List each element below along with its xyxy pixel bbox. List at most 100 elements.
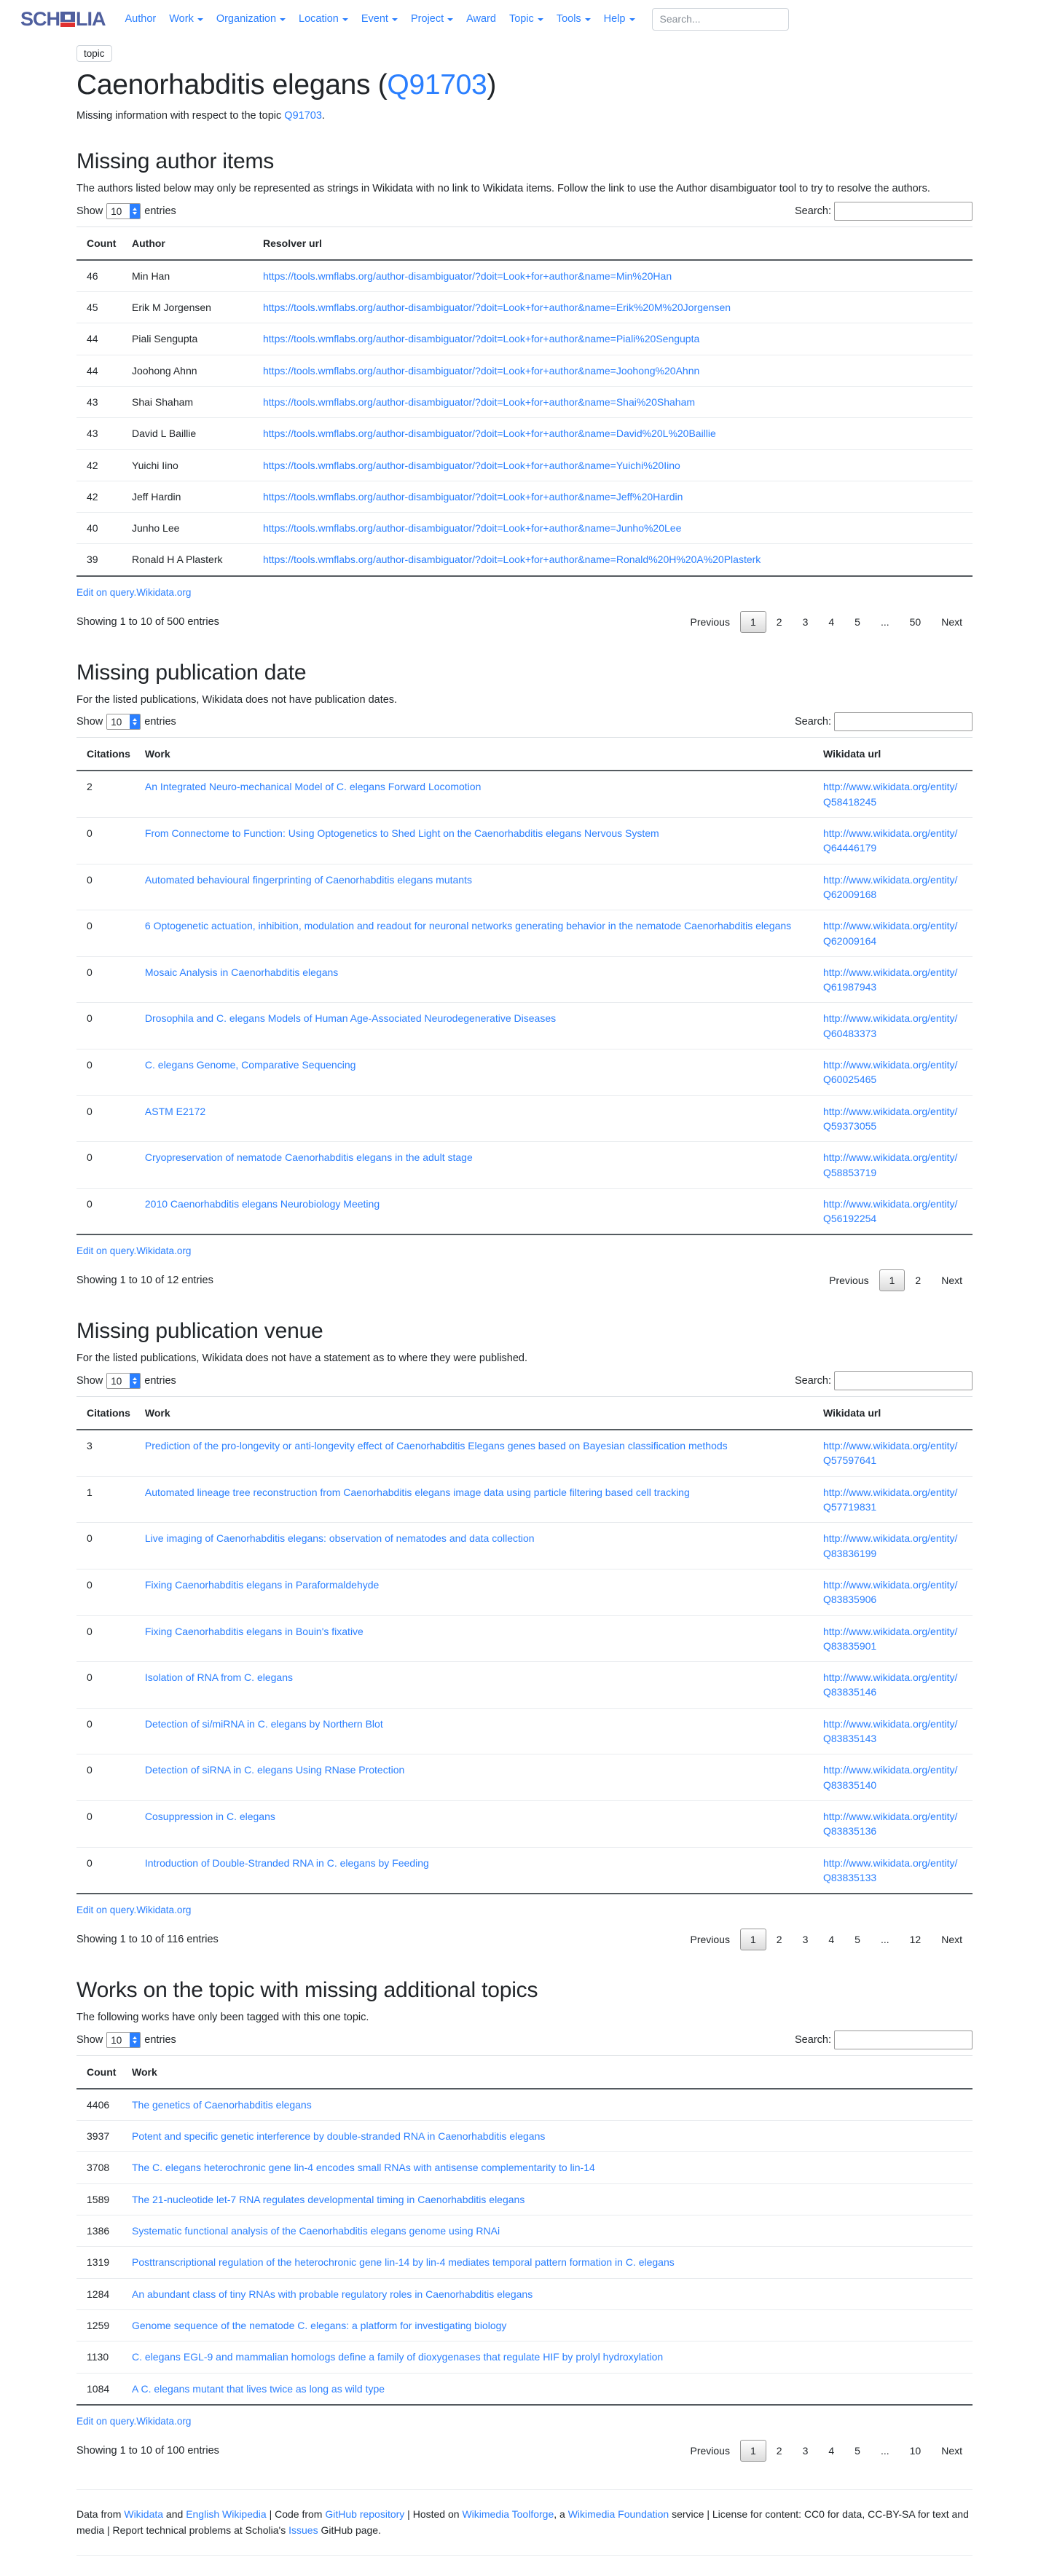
pagination-page-1[interactable]: 1 [739, 610, 766, 633]
resolver-url-link[interactable]: https://tools.wmflabs.org/author-disambi… [263, 331, 965, 346]
page-length-control[interactable]: Show 10 entries [76, 202, 176, 219]
footer-link-github-repository[interactable]: GitHub repository [325, 2508, 404, 2520]
nav-item-event[interactable]: Event [355, 10, 404, 28]
footer-link-issues[interactable]: Issues [288, 2524, 318, 2536]
pagination-previous[interactable]: Previous [680, 611, 740, 633]
pagination-page-3[interactable]: 3 [793, 2440, 819, 2462]
wikidata-url-link[interactable]: http://www.wikidata.org/entity/Q60025465 [823, 1057, 965, 1087]
pagination-page-1[interactable]: 1 [879, 1269, 905, 1292]
column-header-count[interactable]: Count [76, 2055, 125, 2089]
work-link[interactable]: C. elegans EGL-9 and mammalian homologs … [132, 2351, 663, 2363]
wikidata-url-link[interactable]: http://www.wikidata.org/entity/Q83836199 [823, 1531, 965, 1561]
column-header-citations[interactable]: Citations [76, 737, 138, 772]
stepper-icon[interactable] [130, 1374, 141, 1389]
nav-item-topic[interactable]: Topic [503, 10, 550, 28]
pagination-page-4[interactable]: 4 [818, 2440, 844, 2462]
stepper-icon[interactable] [130, 203, 141, 218]
work-link[interactable]: Fixing Caenorhabditis elegans in Bouin's… [145, 1626, 364, 1637]
pagination-page-1[interactable]: 1 [739, 1929, 766, 1951]
pagination-page-4[interactable]: 4 [818, 611, 844, 633]
wikidata-url-link[interactable]: http://www.wikidata.org/entity/Q61987943 [823, 965, 965, 995]
work-link[interactable]: Cosuppression in C. elegans [145, 1811, 275, 1822]
global-search-input[interactable] [651, 7, 789, 31]
work-link[interactable]: Automated behavioural fingerprinting of … [145, 874, 472, 886]
work-link[interactable]: Posttranscriptional regulation of the he… [132, 2256, 675, 2268]
work-link[interactable]: Prediction of the pro-longevity or anti-… [145, 1440, 728, 1452]
stepper-icon[interactable] [130, 714, 141, 730]
work-link[interactable]: An abundant class of tiny RNAs with prob… [132, 2288, 533, 2300]
pagination-previous[interactable]: Previous [819, 1269, 879, 1291]
edit-on-query-wikidata-link[interactable]: Edit on query.Wikidata.org [76, 1905, 973, 1915]
wikidata-url-link[interactable]: http://www.wikidata.org/entity/Q58418245 [823, 779, 965, 809]
work-link[interactable]: Potent and specific genetic interference… [132, 2130, 545, 2142]
page-length-select[interactable]: 10 [106, 1373, 141, 1390]
work-link[interactable]: 2010 Caenorhabditis elegans Neurobiology… [145, 1198, 380, 1210]
subtitle-qid-link[interactable]: Q91703 [284, 110, 322, 122]
pagination-page-3[interactable]: 3 [793, 1929, 819, 1950]
pagination-page-5[interactable]: 5 [844, 2440, 871, 2462]
pagination-page-last[interactable]: 12 [900, 1929, 932, 1950]
page-title-qid-link[interactable]: Q91703 [387, 69, 487, 101]
column-header-citations[interactable]: Citations [76, 1396, 138, 1431]
wikidata-url-link[interactable]: http://www.wikidata.org/entity/Q58853719 [823, 1150, 965, 1180]
pagination-next[interactable]: Next [931, 611, 973, 633]
column-header-work[interactable]: Work [125, 2055, 973, 2089]
column-header-work[interactable]: Work [137, 737, 816, 772]
table-search-control[interactable]: Search: [795, 712, 973, 732]
table-search-control[interactable]: Search: [795, 2030, 973, 2049]
work-link[interactable]: The C. elegans heterochronic gene lin-4 … [132, 2162, 595, 2173]
stepper-icon[interactable] [130, 2032, 141, 2047]
table-search-input[interactable] [834, 712, 973, 732]
footer-link-wikimedia-toolforge[interactable]: Wikimedia Toolforge [462, 2508, 554, 2520]
nav-item-project[interactable]: Project [404, 10, 460, 28]
pagination-next[interactable]: Next [931, 2440, 973, 2462]
pagination-page-2[interactable]: 2 [766, 1929, 793, 1950]
work-link[interactable]: Mosaic Analysis in Caenorhabditis elegan… [145, 966, 338, 978]
table-search-input[interactable] [834, 201, 973, 221]
pagination-page-last[interactable]: 50 [900, 611, 932, 633]
pagination-page-2[interactable]: 2 [766, 2440, 793, 2462]
page-length-select[interactable]: 10 [106, 714, 141, 730]
wikidata-url-link[interactable]: http://www.wikidata.org/entity/Q83835133 [823, 1856, 965, 1886]
column-header-work[interactable]: Work [137, 1396, 816, 1431]
work-link[interactable]: Drosophila and C. elegans Models of Huma… [145, 1012, 556, 1024]
page-length-control[interactable]: Show 10 entries [76, 714, 176, 730]
work-link[interactable]: A C. elegans mutant that lives twice as … [132, 2383, 385, 2395]
wikidata-url-link[interactable]: http://www.wikidata.org/entity/Q62009168 [823, 873, 965, 902]
wikidata-url-link[interactable]: http://www.wikidata.org/entity/Q83835146 [823, 1670, 965, 1700]
wikidata-url-link[interactable]: http://www.wikidata.org/entity/Q83835136 [823, 1809, 965, 1839]
page-length-control[interactable]: Show 10 entries [76, 2031, 176, 2048]
resolver-url-link[interactable]: https://tools.wmflabs.org/author-disambi… [263, 458, 965, 473]
resolver-url-link[interactable]: https://tools.wmflabs.org/author-disambi… [263, 395, 965, 409]
wikidata-url-link[interactable]: http://www.wikidata.org/entity/Q60483373 [823, 1011, 965, 1041]
work-link[interactable]: An Integrated Neuro-mechanical Model of … [145, 781, 481, 792]
work-link[interactable]: Genome sequence of the nematode C. elega… [132, 2320, 506, 2331]
work-link[interactable]: Cryopreservation of nematode Caenorhabdi… [145, 1151, 473, 1163]
column-header-count[interactable]: Count [76, 227, 125, 261]
work-link[interactable]: From Connectome to Function: Using Optog… [145, 827, 659, 839]
pagination-page-5[interactable]: 5 [844, 1929, 871, 1950]
wikidata-url-link[interactable]: http://www.wikidata.org/entity/Q57597641 [823, 1438, 965, 1468]
table-search-control[interactable]: Search: [795, 201, 973, 221]
footer-link-wikimedia-foundation[interactable]: Wikimedia Foundation [568, 2508, 669, 2520]
resolver-url-link[interactable]: https://tools.wmflabs.org/author-disambi… [263, 552, 965, 567]
wikidata-url-link[interactable]: http://www.wikidata.org/entity/Q57719831 [823, 1485, 965, 1515]
pagination-previous[interactable]: Previous [680, 1929, 740, 1950]
page-length-select[interactable]: 10 [106, 202, 141, 219]
pagination-page-2[interactable]: 2 [905, 1269, 931, 1291]
resolver-url-link[interactable]: https://tools.wmflabs.org/author-disambi… [263, 521, 965, 535]
nav-item-help[interactable]: Help [597, 10, 642, 28]
pagination-page-2[interactable]: 2 [766, 611, 793, 633]
resolver-url-link[interactable]: https://tools.wmflabs.org/author-disambi… [263, 363, 965, 378]
wikidata-url-link[interactable]: http://www.wikidata.org/entity/Q83835901 [823, 1624, 965, 1654]
pagination-page-last[interactable]: 10 [900, 2440, 932, 2462]
column-header-wikidata-url[interactable]: Wikidata url [816, 737, 973, 772]
resolver-url-link[interactable]: https://tools.wmflabs.org/author-disambi… [263, 300, 965, 315]
nav-item-tools[interactable]: Tools [550, 10, 597, 28]
pagination-page-4[interactable]: 4 [818, 1929, 844, 1950]
column-header-wikidata-url[interactable]: Wikidata url [816, 1396, 973, 1431]
work-link[interactable]: The genetics of Caenorhabditis elegans [132, 2099, 312, 2111]
wikidata-url-link[interactable]: http://www.wikidata.org/entity/Q83835140 [823, 1762, 965, 1792]
work-link[interactable]: Fixing Caenorhabditis elegans in Parafor… [145, 1579, 379, 1591]
table-search-input[interactable] [834, 2030, 973, 2049]
